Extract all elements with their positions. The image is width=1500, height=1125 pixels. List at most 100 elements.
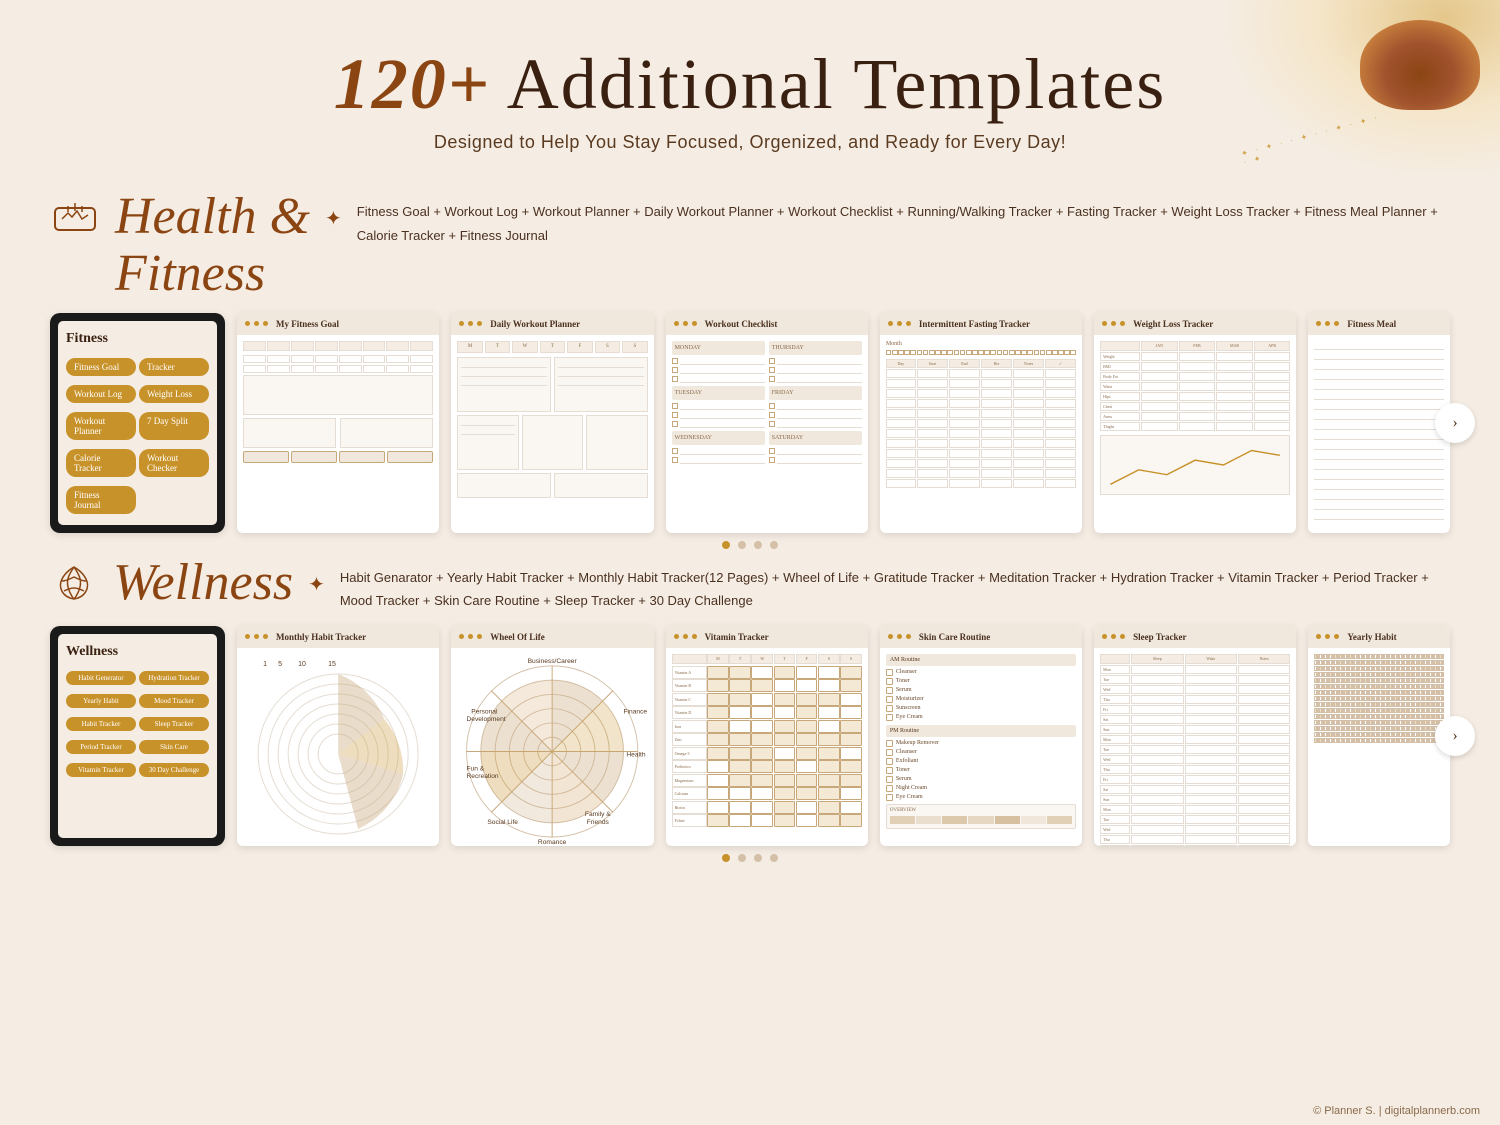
monthly-habit-card: Monthly Habit Tracker for(var i=0;i<31;i… xyxy=(237,626,439,846)
wellness-tablet-title: Wellness xyxy=(66,644,209,660)
fasting-tracker-header: Intermittent Fasting Tracker xyxy=(880,313,1082,335)
health-fitness-section: Health & Fitness ✦ Fitness Goal + Workou… xyxy=(0,188,1500,548)
skin-care-content: AM Routine var items = ['Cleanser','Tone… xyxy=(880,648,1082,846)
card-dot xyxy=(263,634,268,639)
card-dot xyxy=(1120,634,1125,639)
wellness-page-dot-4[interactable] xyxy=(770,854,778,862)
card-dot xyxy=(692,634,697,639)
card-dot xyxy=(888,634,893,639)
candle-bowl-decoration xyxy=(1360,20,1480,110)
wmenu-period: Period Tracker xyxy=(66,740,136,754)
wellness-header: Wellness ✦ Habit Genarator + Yearly Habi… xyxy=(50,554,1450,616)
svg-text:Friends: Friends xyxy=(587,818,610,825)
fitness-tablet-title: Fitness xyxy=(66,331,209,347)
weight-loss-card: Weight Loss Tracker JAN FEB MAR APR var … xyxy=(1094,313,1296,533)
yearly-habit-content: for(var r=0;r<15;r++){ document.write('<… xyxy=(1308,648,1450,846)
wmenu-vitamin: Vitamin Tracker xyxy=(66,763,136,777)
fasting-tracker-title: Intermittent Fasting Tracker xyxy=(919,319,1030,329)
wmenu-habit-gen: Habit Generator xyxy=(66,671,136,685)
fitness-meal-title: Fitness Meal xyxy=(1347,319,1396,329)
card-dot-2 xyxy=(254,321,259,326)
wheel-of-life-title: Wheel Of Life xyxy=(490,632,545,642)
wmenu-mood: Mood Tracker xyxy=(139,694,209,708)
wmenu-habit-track: Habit Tracker xyxy=(66,717,136,731)
card-dot xyxy=(674,634,679,639)
card-dot xyxy=(674,321,679,326)
wellness-page-dot-1[interactable] xyxy=(722,854,730,862)
card-dot xyxy=(1316,321,1321,326)
monthly-habit-header: Monthly Habit Tracker xyxy=(237,626,439,648)
card-dot xyxy=(1120,321,1125,326)
wmenu-hydration: Hydration Tracker xyxy=(139,671,209,685)
health-cards-row: Fitness Fitness Goal Tracker Workout Log… xyxy=(50,313,1450,533)
wellness-sparkle-icon: ✦ xyxy=(308,572,325,597)
monthly-habit-title: Monthly Habit Tracker xyxy=(276,632,366,642)
card-dot xyxy=(1102,634,1107,639)
health-page-dot-2[interactable] xyxy=(738,541,746,549)
card-dot xyxy=(1111,634,1116,639)
daily-workout-content: M T W T F S S xyxy=(451,335,653,533)
daily-workout-title: Daily Workout Planner xyxy=(490,319,580,329)
weight-loss-header: Weight Loss Tracker xyxy=(1094,313,1296,335)
skin-care-title: Skin Care Routine xyxy=(919,632,990,642)
health-page-dot-1[interactable] xyxy=(722,541,730,549)
wheel-of-life-card: Wheel Of Life xyxy=(451,626,653,846)
card-dot xyxy=(245,634,250,639)
vitamin-tracker-title: Vitamin Tracker xyxy=(705,632,769,642)
card-dot xyxy=(888,321,893,326)
svg-text:Family &: Family & xyxy=(585,811,611,818)
card-dot xyxy=(1102,321,1107,326)
health-title-container: Health & Fitness xyxy=(115,188,310,302)
card-dot xyxy=(468,321,473,326)
health-page-dot-3[interactable] xyxy=(754,541,762,549)
menu-workout-checker: Workout Checker xyxy=(139,449,209,477)
fitness-tablet-menu: Fitness Goal Tracker Workout Log Weight … xyxy=(66,355,209,517)
menu-weight-loss: Weight Loss xyxy=(139,385,209,403)
wmenu-sleep: Sleep Tracker xyxy=(139,717,209,731)
menu-workout-planner: Workout Planner xyxy=(66,412,136,440)
menu-7-day: 7 Day Split xyxy=(139,412,209,440)
card-dot xyxy=(1325,634,1330,639)
health-next-button[interactable]: › xyxy=(1435,403,1475,443)
wmenu-skincare: Skin Care xyxy=(139,740,209,754)
workout-checklist-card: Workout Checklist MONDAY TUESDAY WEDNESD… xyxy=(666,313,868,533)
wellness-page-dot-3[interactable] xyxy=(754,854,762,862)
wellness-next-button[interactable]: › xyxy=(1435,716,1475,756)
health-icon xyxy=(50,193,100,252)
card-dot xyxy=(897,634,902,639)
fitness-meal-card: Fitness Meal for(var i=0;i<18;i++) { doc… xyxy=(1308,313,1450,533)
vitamin-tracker-card: Vitamin Tracker M T W T F S S var vitami… xyxy=(666,626,868,846)
svg-text:5: 5 xyxy=(278,661,282,668)
wellness-tablet-card: Wellness Habit Generator Hydration Track… xyxy=(50,626,225,846)
health-title-line1: Health & xyxy=(115,188,310,245)
health-title-line2: Fitness xyxy=(115,245,310,302)
card-dot xyxy=(906,634,911,639)
card-dot xyxy=(906,321,911,326)
sleep-tracker-header: Sleep Tracker xyxy=(1094,626,1296,648)
skin-care-header: Skin Care Routine xyxy=(880,626,1082,648)
card-dot xyxy=(459,321,464,326)
svg-text:Recreation: Recreation xyxy=(467,773,499,780)
health-page-dot-4[interactable] xyxy=(770,541,778,549)
monthly-habit-content: for(var i=0;i<31;i++){ var angle = (i/31… xyxy=(237,648,439,846)
fitness-goal-card-title: My Fitness Goal xyxy=(276,319,339,329)
wellness-tablet-menu: Habit Generator Hydration Tracker Yearly… xyxy=(66,668,209,780)
svg-text:Finance: Finance xyxy=(624,708,648,715)
wellness-tablet-screen: Wellness Habit Generator Hydration Track… xyxy=(58,634,217,838)
daily-workout-card: Daily Workout Planner M T W T F S S xyxy=(451,313,653,533)
sleep-tracker-title: Sleep Tracker xyxy=(1133,632,1186,642)
vitamin-tracker-header: Vitamin Tracker xyxy=(666,626,868,648)
fitness-goal-content xyxy=(237,335,439,533)
sleep-tracker-content: Sleep Wake Notes var days2=['Mon','Tue',… xyxy=(1094,648,1296,846)
svg-text:Health: Health xyxy=(627,751,647,758)
svg-text:Romance: Romance xyxy=(538,838,567,845)
svg-text:Business/Career: Business/Career xyxy=(528,658,578,665)
workout-checklist-title: Workout Checklist xyxy=(705,319,778,329)
copyright-text: © Planner S. | digitalplannerb.com xyxy=(1313,1105,1480,1117)
card-dot xyxy=(692,321,697,326)
wellness-pagination xyxy=(50,854,1450,862)
daily-workout-header: Daily Workout Planner xyxy=(451,313,653,335)
yearly-habit-title: Yearly Habit xyxy=(1347,632,1396,642)
weight-loss-title: Weight Loss Tracker xyxy=(1133,319,1213,329)
wellness-page-dot-2[interactable] xyxy=(738,854,746,862)
